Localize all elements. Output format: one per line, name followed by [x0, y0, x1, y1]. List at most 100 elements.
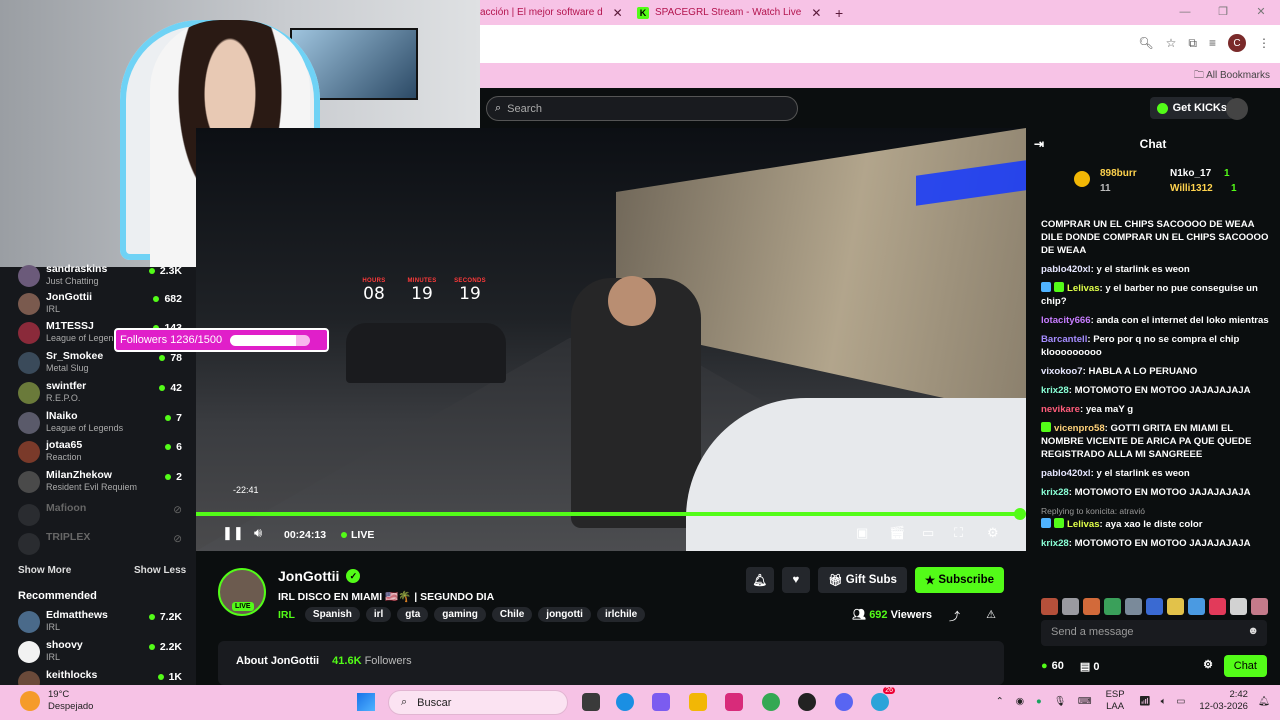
theater-mode-icon[interactable]: ▭ — [922, 525, 934, 541]
fullscreen-icon[interactable]: ⛶ — [954, 525, 963, 541]
emote-icon[interactable] — [1083, 598, 1100, 615]
emote-icon[interactable] — [1209, 598, 1226, 615]
subscribe-button[interactable]: ★ Subscribe — [914, 567, 1004, 593]
share-icon[interactable]: ⤴ — [949, 608, 960, 624]
emoji-icon[interactable]: ☻ — [1247, 625, 1259, 637]
channel-points[interactable]: ● 60 — [1041, 660, 1064, 672]
keyboard-icon[interactable]: ⌨ — [1078, 696, 1092, 707]
chrome-icon[interactable] — [762, 693, 780, 711]
chat-username[interactable]: krix28 — [1041, 538, 1069, 549]
chat-username[interactable]: nevikare — [1041, 404, 1080, 415]
gifter-name[interactable]: 898burr — [1100, 168, 1137, 179]
battery-icon[interactable]: ▭ — [1176, 696, 1185, 707]
notifications-bell-icon[interactable]: 🔔︎ — [745, 567, 774, 593]
chat-username[interactable]: pablo420xl — [1041, 468, 1091, 479]
chat-username[interactable]: Lelivas — [1067, 519, 1100, 530]
emote-icon[interactable] — [1167, 598, 1184, 615]
minimize-icon[interactable]: — — [1166, 0, 1204, 25]
close-tab-icon[interactable]: ✕ — [811, 6, 821, 20]
obs-icon[interactable] — [798, 693, 816, 711]
all-bookmarks-button[interactable]: 🗀 All Bookmarks — [1194, 68, 1270, 85]
settings-gear-icon[interactable]: ⚙ — [987, 525, 999, 541]
language-indicator[interactable]: ESP LAA — [1106, 689, 1125, 713]
discord-icon[interactable] — [835, 693, 853, 711]
zoom-icon[interactable]: 🔍︎ — [1138, 36, 1153, 50]
progress-knob[interactable] — [1014, 508, 1026, 520]
chat-username[interactable]: vixokoo7 — [1041, 366, 1083, 377]
chat-send-button[interactable]: Chat — [1223, 655, 1267, 677]
sidebar-channel[interactable]: JonGottii IRL 682 — [18, 291, 188, 319]
new-tab-button[interactable]: + — [835, 0, 843, 25]
tray-app-icon[interactable]: ◉ — [1016, 696, 1024, 707]
microphone-icon[interactable]: 🎙︎ — [1054, 696, 1066, 707]
channel-name[interactable]: JonGottii ✓ — [278, 568, 361, 584]
report-warning-icon[interactable]: ⚠ — [986, 608, 996, 621]
emote-icon[interactable] — [1062, 598, 1079, 615]
follow-heart-icon[interactable]: ♥ — [781, 567, 810, 593]
wifi-icon[interactable]: 📶︎ — [1139, 696, 1151, 707]
search-input[interactable]: ⌕ Search — [486, 96, 798, 121]
tag-chip[interactable]: irlchile — [596, 607, 646, 622]
copilot-icon[interactable] — [652, 693, 670, 711]
bookmark-star-icon[interactable]: ☆ — [1166, 36, 1177, 50]
taskbar-search[interactable]: ⌕ Buscar — [388, 690, 568, 715]
clock[interactable]: 2:42 12-03-2026 — [1199, 689, 1248, 713]
speaker-icon[interactable]: 🔈︎ — [1161, 696, 1167, 707]
chat-username[interactable]: vicenpro58 — [1054, 423, 1105, 434]
sidebar-channel[interactable]: swintfer R.E.P.O. 42 — [18, 380, 188, 408]
emote-icon[interactable] — [1146, 598, 1163, 615]
tag-chip[interactable]: jongotti — [538, 607, 591, 622]
emote-icon[interactable] — [1125, 598, 1142, 615]
volume-icon[interactable]: 🔊︎ — [254, 525, 262, 541]
drops-counter[interactable]: ▤ 0 — [1080, 660, 1100, 673]
recommended-channel[interactable]: Edmatthews IRL 7.2K — [18, 609, 188, 637]
emote-icon[interactable] — [1251, 598, 1268, 615]
extensions-icon[interactable]: ⧉ — [1188, 36, 1197, 51]
tray-status-icon[interactable]: ● — [1036, 696, 1042, 707]
tag-chip[interactable]: Spanish — [304, 607, 360, 622]
sidebar-channel[interactable]: lNaiko League of Legends 7 — [18, 410, 188, 438]
emote-icon[interactable] — [1041, 598, 1058, 615]
store-icon[interactable] — [725, 693, 743, 711]
tag-chip[interactable]: Chile — [491, 607, 533, 622]
tag-chip[interactable]: irl — [365, 607, 392, 622]
sidebar-channel[interactable]: TRIPLEX ⊘ — [18, 531, 188, 559]
pause-icon[interactable]: ❚❚ — [222, 525, 244, 541]
task-view-icon[interactable] — [582, 693, 600, 711]
tray-chevron-icon[interactable]: ⌃ — [996, 696, 1004, 707]
clip-icon[interactable]: 🎬︎ — [889, 525, 906, 541]
category-link[interactable]: IRL — [278, 609, 295, 621]
weather-widget[interactable]: 19°C Despejado — [20, 689, 93, 713]
close-window-icon[interactable]: ✕ — [1242, 0, 1280, 25]
sidebar-channel[interactable]: Sr_Smokee Metal Slug 78 — [18, 350, 188, 378]
tag-chip[interactable]: gta — [397, 607, 429, 622]
progress-bar[interactable] — [196, 508, 1026, 520]
profile-avatar[interactable]: C — [1228, 34, 1246, 52]
emote-icon[interactable] — [1188, 598, 1205, 615]
close-tab-icon[interactable]: ✕ — [613, 6, 623, 20]
user-avatar[interactable] — [1226, 98, 1248, 120]
emote-icon[interactable] — [1230, 598, 1247, 615]
collapse-chat-icon[interactable]: ⇥ — [1034, 128, 1044, 160]
sidebar-channel[interactable]: jotaa65 Reaction 6 — [18, 439, 188, 467]
chat-username[interactable]: Lelivas — [1067, 283, 1100, 294]
show-less-button[interactable]: Show Less — [134, 565, 186, 576]
edge-browser-icon[interactable] — [616, 693, 634, 711]
send-message-input[interactable]: Send a message ☻ — [1041, 620, 1267, 646]
file-explorer-icon[interactable] — [689, 693, 707, 711]
menu-kebab-icon[interactable]: ⋮ — [1258, 36, 1270, 50]
chat-username[interactable]: krix28 — [1041, 385, 1069, 396]
gifter-name[interactable]: Willi1312 — [1170, 183, 1213, 194]
get-kicks-button[interactable]: Get KICKs — [1149, 97, 1234, 119]
sidebar-channel[interactable]: Mafioon ⊘ — [18, 502, 188, 530]
recommended-channel[interactable]: shoovy IRL 2.2K — [18, 639, 188, 667]
browser-tab[interactable]: acción | El mejor software d ✕ — [480, 0, 630, 25]
sidebar-channel[interactable]: MilanZhekow Resident Evil Requiem 2 — [18, 469, 188, 497]
address-bar[interactable]: 🔍︎ ☆ ⧉ ≡ C ⋮ — [480, 25, 1280, 63]
gift-subs-button[interactable]: 🎁︎ Gift Subs — [817, 567, 907, 593]
show-more-button[interactable]: Show More — [18, 565, 71, 576]
browser-tab-active[interactable]: K SPACEGRL Stream - Watch Live ✕ — [637, 0, 827, 25]
telegram-icon[interactable]: 26 — [871, 687, 895, 711]
chat-username[interactable]: krix28 — [1041, 487, 1069, 498]
media-icon[interactable]: ≡ — [1209, 36, 1216, 50]
